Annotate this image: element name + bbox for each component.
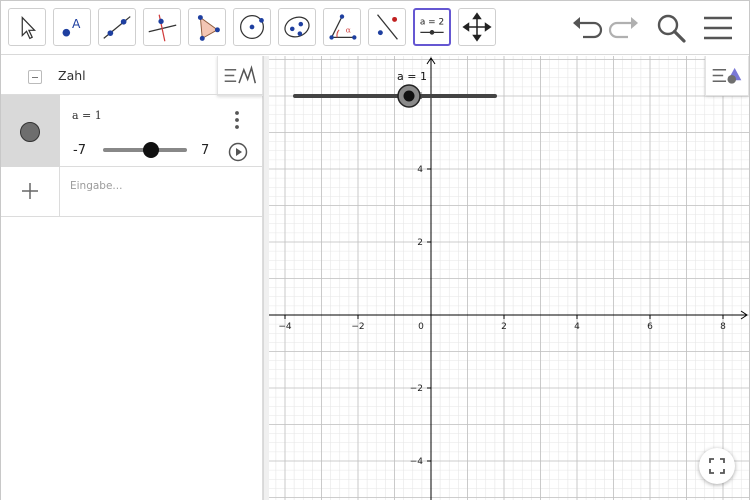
graphics-slider-caption: a = 1 bbox=[397, 70, 427, 83]
move-tool-button[interactable] bbox=[8, 8, 46, 46]
graphics-slider-knob[interactable] bbox=[403, 90, 415, 102]
search-icon bbox=[657, 14, 686, 43]
point-tool-button[interactable]: A bbox=[53, 8, 91, 46]
reflect-icon bbox=[377, 14, 398, 40]
group-header: Zahl bbox=[1, 56, 263, 96]
algebra-row-slider-a[interactable]: a = 1 -7 7 bbox=[1, 94, 263, 167]
x-tick-label: 6 bbox=[647, 322, 653, 332]
circle-tool-button[interactable] bbox=[233, 8, 271, 46]
undo-icon bbox=[573, 17, 603, 39]
line-icon bbox=[103, 16, 131, 39]
angle-tool-button[interactable]: α bbox=[323, 8, 361, 46]
coordinate-plane[interactable]: −4−202468642−2−4 a = 1 bbox=[269, 56, 749, 500]
reflect-tool-button[interactable] bbox=[368, 8, 406, 46]
x-tick-label: 4 bbox=[574, 322, 580, 332]
minor-grid bbox=[269, 56, 749, 500]
slider-min-label: -7 bbox=[73, 143, 86, 158]
x-tick-label: 2 bbox=[501, 322, 507, 332]
svg-text:α: α bbox=[346, 26, 351, 35]
redo-icon bbox=[608, 17, 638, 39]
slider-max-label: 7 bbox=[201, 143, 210, 158]
fullscreen-icon bbox=[709, 458, 725, 474]
search-button[interactable] bbox=[653, 9, 689, 47]
group-label: Zahl bbox=[58, 68, 86, 83]
more-vert-icon bbox=[235, 111, 239, 129]
undo-button[interactable] bbox=[569, 9, 605, 47]
add-item-cell[interactable] bbox=[1, 167, 60, 216]
algebra-view: Zahl a = 1 -7 7 Eingabe... bbox=[1, 56, 263, 500]
plus-icon[interactable] bbox=[21, 182, 39, 200]
y-tick-label: 2 bbox=[417, 238, 423, 248]
fullscreen-button[interactable] bbox=[699, 448, 735, 484]
line-tool-button[interactable] bbox=[98, 8, 136, 46]
y-tick-label: −2 bbox=[410, 384, 423, 394]
point-icon: A bbox=[62, 17, 81, 37]
perpendicular-line-tool-button[interactable] bbox=[143, 8, 181, 46]
slider-thumb[interactable] bbox=[143, 142, 159, 158]
visibility-marble-icon[interactable] bbox=[20, 122, 40, 142]
ellipse-icon bbox=[284, 16, 310, 38]
conic-tool-button[interactable] bbox=[278, 8, 316, 46]
graphics-view[interactable]: −4−202468642−2−4 a = 1 bbox=[269, 56, 749, 500]
y-tick-label: −4 bbox=[410, 457, 424, 467]
cursor-arrow-icon bbox=[21, 15, 37, 40]
svg-text:A: A bbox=[72, 17, 81, 31]
move-arrows-icon bbox=[462, 12, 492, 42]
menu-button[interactable] bbox=[700, 9, 736, 47]
collapse-group-button[interactable] bbox=[28, 70, 42, 84]
algebra-input-row[interactable]: Eingabe... bbox=[1, 167, 263, 217]
y-tick-label: 4 bbox=[417, 165, 423, 175]
x-tick-label: 0 bbox=[418, 322, 424, 332]
graphics-style-icon bbox=[712, 67, 742, 84]
menu-icon bbox=[704, 16, 732, 40]
algebra-input-field[interactable]: Eingabe... bbox=[70, 180, 122, 192]
toolbar: A α a = 2 bbox=[1, 1, 749, 55]
polygon-tool-button[interactable] bbox=[188, 8, 226, 46]
visibility-toggle-cell[interactable] bbox=[1, 95, 60, 167]
slider-definition[interactable]: a = 1 bbox=[72, 109, 102, 122]
x-tick-label: −2 bbox=[351, 322, 364, 332]
graphics-slider[interactable]: a = 1 bbox=[293, 70, 497, 108]
move-graphics-view-tool-button[interactable] bbox=[458, 8, 496, 46]
slider-icon: a = 2 bbox=[420, 17, 444, 35]
angle-icon: α bbox=[329, 14, 357, 40]
redo-button[interactable] bbox=[606, 9, 642, 47]
x-tick-label: 8 bbox=[720, 322, 726, 332]
svg-text:a = 2: a = 2 bbox=[420, 17, 444, 27]
play-animation-button[interactable] bbox=[228, 142, 248, 162]
polygon-icon bbox=[197, 15, 220, 41]
algebra-style-bar-toggle[interactable] bbox=[217, 56, 263, 96]
circle-icon bbox=[240, 15, 264, 39]
perpendicular-line-icon bbox=[148, 14, 177, 42]
more-options-button[interactable] bbox=[227, 109, 247, 131]
algebra-style-icon bbox=[224, 65, 257, 84]
graphics-style-bar-toggle[interactable] bbox=[705, 56, 749, 96]
slider-tool-button[interactable]: a = 2 bbox=[413, 8, 451, 46]
geogebra-app: A α a = 2 Zahl a = 1 -7 7 Eingabe... −4 … bbox=[0, 0, 750, 500]
play-icon bbox=[228, 142, 248, 162]
x-tick-label: −4 bbox=[278, 322, 292, 332]
